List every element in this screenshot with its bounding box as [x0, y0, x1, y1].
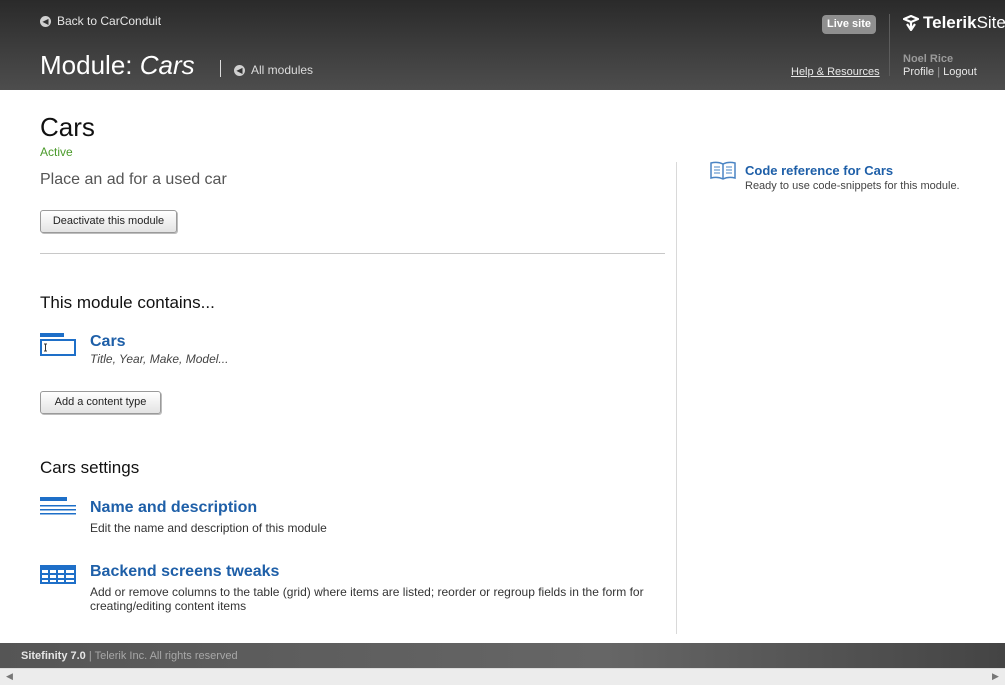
footer: Sitefinity 7.0 | Telerik Inc. All rights…	[0, 643, 1005, 668]
status-badge: Active	[40, 145, 73, 159]
module-title-prefix: Module:	[40, 50, 140, 80]
section-divider	[40, 253, 665, 254]
module-title-name: Cars	[139, 50, 195, 80]
module-contains-heading: This module contains...	[40, 293, 215, 312]
content-type-cars-link[interactable]: Cars	[90, 333, 126, 351]
settings-heading: Cars settings	[40, 458, 140, 477]
book-icon	[710, 161, 736, 180]
help-resources-link[interactable]: Help & Resources	[791, 66, 880, 78]
back-to-site-link[interactable]: ◀ Back to CarConduit	[40, 14, 161, 28]
scroll-left-icon[interactable]: ◀	[2, 670, 17, 685]
module-description: Place an ad for a used car	[40, 171, 227, 188]
module-title: Module: Cars	[40, 50, 195, 81]
code-reference-description: Ready to use code-snippets for this modu…	[745, 180, 960, 192]
circle-left-arrow-icon: ◀	[234, 64, 245, 76]
add-content-type-button[interactable]: Add a content type	[40, 391, 161, 414]
backend-screens-tweaks-text-line1: Add or remove columns to the table (grid…	[90, 585, 644, 599]
deactivate-module-button[interactable]: Deactivate this module	[40, 210, 177, 233]
logo-text-light: Site	[976, 13, 1005, 32]
column-divider	[676, 162, 677, 634]
name-description-link[interactable]: Name and description	[90, 499, 257, 517]
code-reference-link[interactable]: Code reference for Cars	[745, 163, 893, 178]
top-header: ◀ Back to CarConduit Module: Cars ◀ All …	[0, 0, 1005, 90]
scroll-right-icon[interactable]: ▶	[988, 670, 1003, 685]
lines-icon	[40, 497, 76, 515]
content-type-icon	[40, 333, 76, 356]
all-modules-link[interactable]: ◀ All modules	[234, 63, 313, 77]
user-links-separator: |	[937, 66, 941, 78]
telerik-logo: TelerikSite	[903, 13, 1005, 33]
title-separator	[220, 60, 221, 77]
content-type-fields: Title, Year, Make, Model...	[90, 352, 229, 366]
horizontal-scrollbar[interactable]: ◀ ▶	[0, 668, 1005, 685]
user-name: Noel Rice	[903, 53, 954, 65]
grid-icon	[40, 565, 76, 584]
user-links: Profile | Logout	[903, 66, 977, 78]
circle-left-arrow-icon: ◀	[40, 15, 51, 27]
backend-screens-tweaks-link[interactable]: Backend screens tweaks	[90, 563, 279, 581]
backend-screens-tweaks-text-line2: creating/editing content items	[90, 599, 247, 613]
live-site-button[interactable]: Live site	[822, 15, 876, 34]
telerik-logo-icon	[903, 15, 919, 31]
all-modules-label: All modules	[251, 63, 314, 77]
logo-text-bold: Telerik	[923, 13, 977, 32]
footer-product: Sitefinity 7.0	[21, 650, 86, 662]
header-divider	[889, 14, 890, 76]
back-link-label: Back to CarConduit	[57, 14, 162, 28]
page-title: Cars	[40, 112, 95, 142]
footer-copyright: | Telerik Inc. All rights reserved	[88, 650, 238, 662]
profile-link[interactable]: Profile	[903, 66, 934, 78]
footer-text: Sitefinity 7.0 | Telerik Inc. All rights…	[21, 650, 238, 662]
logout-link[interactable]: Logout	[943, 66, 977, 78]
name-description-text: Edit the name and description of this mo…	[90, 521, 327, 535]
